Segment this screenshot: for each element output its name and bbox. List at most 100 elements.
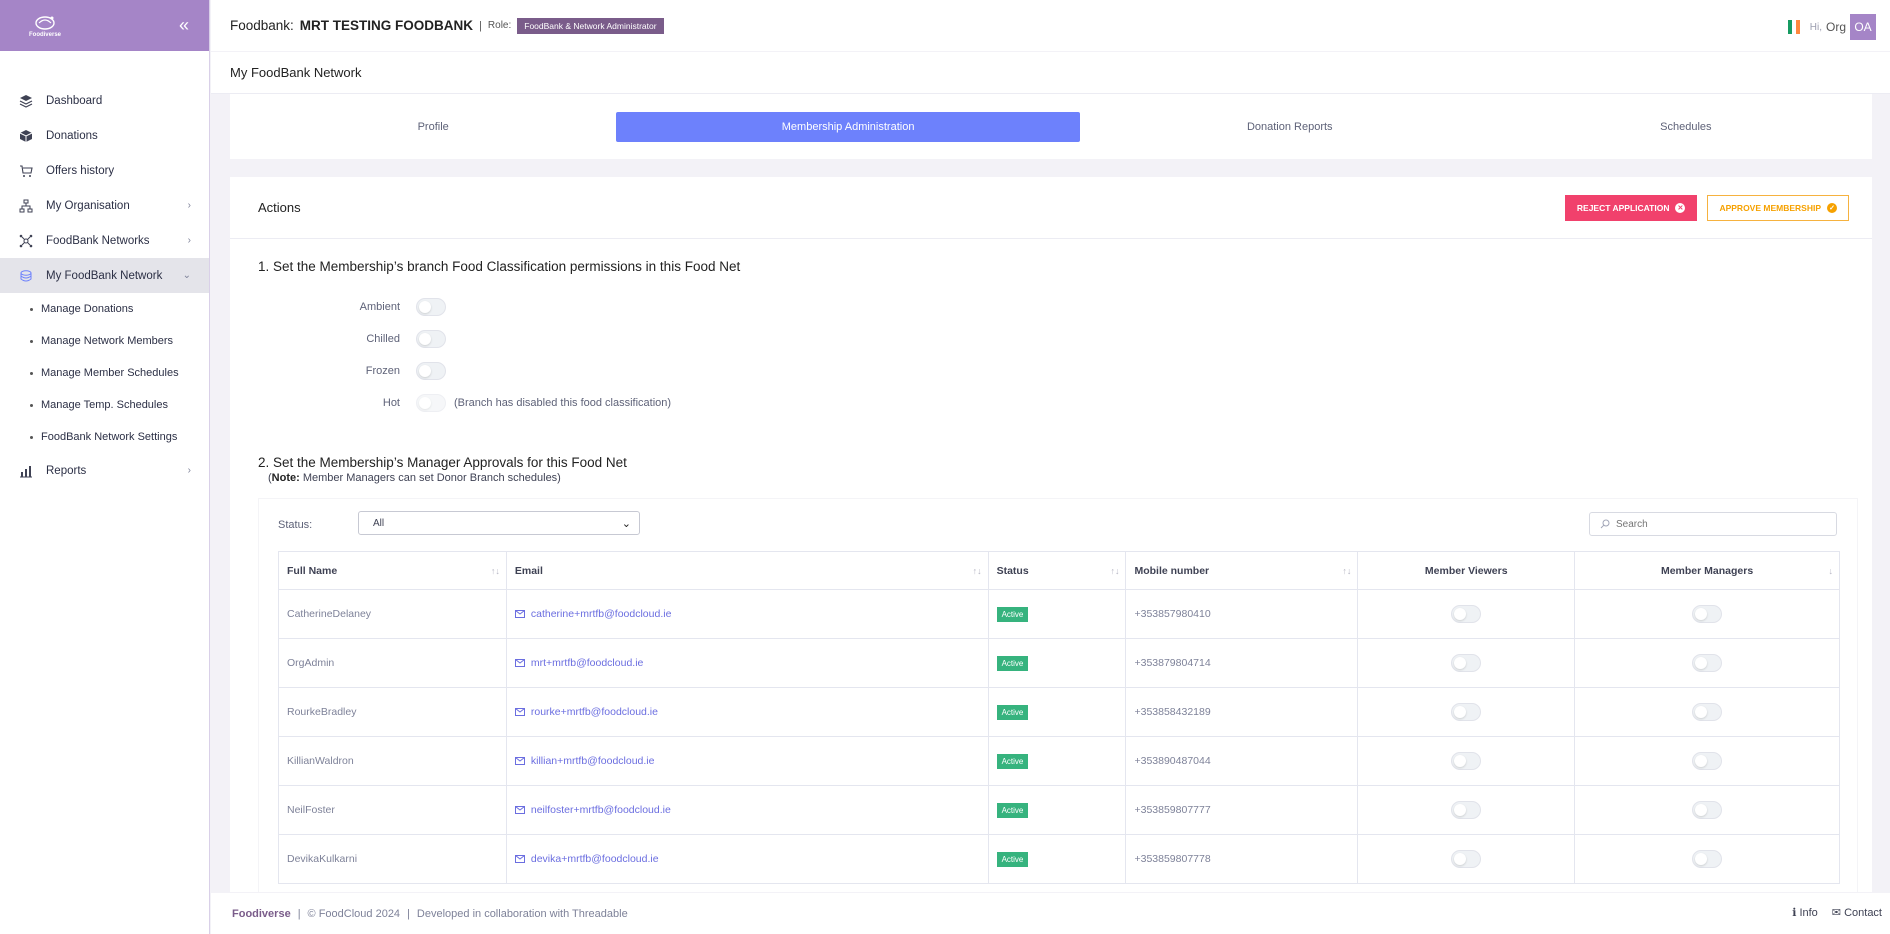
sidebar-item-label: Offers history xyxy=(46,164,115,177)
member-viewer-toggle[interactable] xyxy=(1451,605,1482,623)
double-chevron-left-icon[interactable]: « xyxy=(179,15,189,36)
footer-copyright: © FoodCloud 2024 xyxy=(307,907,401,920)
member-manager-toggle[interactable] xyxy=(1692,703,1723,721)
member-viewer-toggle[interactable] xyxy=(1451,801,1482,819)
chilled-toggle[interactable] xyxy=(416,330,446,348)
foodbank-label: Foodbank: xyxy=(230,18,294,33)
tab-schedules[interactable]: Schedules xyxy=(1500,112,1872,142)
column-mobile-number[interactable]: Mobile number ↑↓ xyxy=(1125,551,1359,590)
table-row: DevikaKulkarni devika+mrtfb@foodcloud.ie… xyxy=(278,834,1840,884)
email-link[interactable]: devika+mrtfb@foodcloud.ie xyxy=(514,853,980,865)
topbar: Foodbank: MRT TESTING FOODBANK | Role: F… xyxy=(211,0,1890,51)
member-viewer-toggle[interactable] xyxy=(1451,703,1482,721)
sort-icon: ↑↓ xyxy=(1342,566,1352,576)
permission-label: Frozen xyxy=(365,365,400,377)
email-link[interactable]: mrt+mrtfb@foodcloud.ie xyxy=(514,657,980,669)
sidebar-item-reports[interactable]: Reports › xyxy=(0,453,209,488)
table-header-row: Full Name ↑↓ Email ↑↓ Status ↑↓ Mobile numb… xyxy=(278,551,1840,590)
page-title: My FoodBank Network xyxy=(211,52,1890,94)
info-link[interactable]: ℹ Info xyxy=(1792,906,1818,919)
sidebar-subitem-manage-temp-schedules[interactable]: Manage Temp. Schedules xyxy=(0,389,209,421)
org-chart-icon xyxy=(18,198,34,214)
tab-donation-reports[interactable]: Donation Reports xyxy=(1080,112,1500,142)
ambient-toggle[interactable] xyxy=(416,298,446,316)
mobile-cell: +353879804714 xyxy=(1125,638,1359,688)
member-manager-toggle[interactable] xyxy=(1692,801,1723,819)
network-icon xyxy=(18,233,34,249)
mail-icon xyxy=(514,659,525,667)
member-viewers-cell xyxy=(1357,834,1576,884)
actions-header: Actions REJECT APPLICATION ✕ APPROVE MEM… xyxy=(230,177,1872,239)
sidebar-subitem-manage-network-members[interactable]: Manage Network Members xyxy=(0,325,209,357)
contact-link[interactable]: ✉ Contact xyxy=(1832,906,1882,919)
ireland-flag-icon[interactable] xyxy=(1787,20,1800,34)
email-cell: rourke+mrtfb@foodcloud.ie xyxy=(505,687,989,737)
tab-bar: Profile Membership Administration Donati… xyxy=(230,94,1872,159)
sidebar-item-my-organisation[interactable]: My Organisation › xyxy=(0,188,209,223)
avatar[interactable]: OA xyxy=(1850,14,1876,40)
member-viewer-toggle[interactable] xyxy=(1451,654,1482,672)
stack-icon xyxy=(18,268,34,284)
sidebar-subitem-manage-donations[interactable]: Manage Donations xyxy=(0,293,209,325)
member-managers-cell xyxy=(1574,638,1840,688)
status-badge: Active xyxy=(996,802,1029,818)
mail-icon: ✉ xyxy=(1831,907,1845,919)
sidebar-subitem-foodbank-network-settings[interactable]: FoodBank Network Settings xyxy=(0,421,209,453)
sort-icon: ↑↓ xyxy=(972,566,982,576)
sidebar-item-dashboard[interactable]: Dashboard xyxy=(0,83,209,118)
tab-profile[interactable]: Profile xyxy=(250,112,616,142)
sidebar-item-donations[interactable]: Donations xyxy=(0,118,209,153)
footer-separator: | xyxy=(297,907,301,920)
member-manager-toggle[interactable] xyxy=(1692,850,1723,868)
email-cell: killian+mrtfb@foodcloud.ie xyxy=(505,736,989,786)
close-circle-icon: ✕ xyxy=(1675,202,1686,213)
sidebar-subitem-label: Manage Temp. Schedules xyxy=(41,399,168,411)
sidebar-item-label: Dashboard xyxy=(46,94,103,107)
sidebar-subitem-label: Manage Donations xyxy=(41,303,134,315)
column-email[interactable]: Email ↑↓ xyxy=(505,551,989,590)
chevron-down-icon: ⌄ xyxy=(621,517,631,530)
status-select[interactable]: All ⌄ xyxy=(358,511,640,535)
email-cell: devika+mrtfb@foodcloud.ie xyxy=(505,834,989,884)
member-viewers-cell xyxy=(1357,785,1576,835)
chevron-right-icon: › xyxy=(187,235,191,246)
column-member-managers[interactable]: Member Managers ↓ xyxy=(1574,551,1840,590)
bar-chart-icon xyxy=(18,463,34,479)
search-input[interactable] xyxy=(1616,518,1816,530)
email-link[interactable]: catherine+mrtfb@foodcloud.ie xyxy=(514,608,980,620)
section-manager-approvals-title: 2. Set the Membership’s Manager Approval… xyxy=(258,455,627,470)
sidebar-subitem-label: Manage Network Members xyxy=(41,335,174,347)
reject-application-button[interactable]: REJECT APPLICATION ✕ xyxy=(1564,194,1698,221)
column-status[interactable]: Status ↑↓ xyxy=(987,551,1127,590)
member-manager-toggle[interactable] xyxy=(1692,654,1723,672)
tab-membership-administration[interactable]: Membership Administration xyxy=(616,111,1080,142)
frozen-toggle[interactable] xyxy=(416,362,446,380)
member-manager-toggle[interactable] xyxy=(1692,752,1723,770)
member-viewer-toggle[interactable] xyxy=(1451,850,1482,868)
full-name-cell: KillianWaldron xyxy=(278,736,507,786)
email-link[interactable]: rourke+mrtfb@foodcloud.ie xyxy=(514,706,980,718)
sidebar-item-offers-history[interactable]: Offers history xyxy=(0,153,209,188)
member-manager-toggle[interactable] xyxy=(1692,605,1723,623)
sidebar-subitem-manage-member-schedules[interactable]: Manage Member Schedules xyxy=(0,357,209,389)
member-viewers-cell xyxy=(1357,687,1576,737)
sidebar-item-label: My FoodBank Network xyxy=(46,269,163,282)
sidebar-item-my-foodbank-network[interactable]: My FoodBank Network ⌄ xyxy=(0,258,209,293)
email-link[interactable]: killian+mrtfb@foodcloud.ie xyxy=(514,755,980,767)
footer-brand[interactable]: Foodiverse xyxy=(232,908,291,920)
sidebar-item-foodbank-networks[interactable]: FoodBank Networks › xyxy=(0,223,209,258)
footer-links: ℹ Info ✉ Contact xyxy=(1792,906,1882,919)
full-name-cell: OrgAdmin xyxy=(278,638,507,688)
status-cell: Active xyxy=(987,638,1127,688)
member-approvals-panel: Status: All ⌄ Full Name↑↓ Email↑↓ Status… xyxy=(258,498,1858,892)
member-viewer-toggle[interactable] xyxy=(1451,752,1482,770)
sidebar-item-label: Donations xyxy=(46,129,98,142)
box-icon xyxy=(18,128,34,144)
column-member-viewers: Member Viewers xyxy=(1357,551,1576,590)
column-full-name[interactable]: Full Name ↑↓ xyxy=(278,551,507,590)
mail-icon xyxy=(514,757,525,765)
logo[interactable]: Foodiverse xyxy=(26,9,64,43)
approve-membership-button[interactable]: APPROVE MEMBERSHIP ✓ xyxy=(1707,194,1849,221)
email-link[interactable]: neilfoster+mrtfb@foodcloud.ie xyxy=(514,804,980,816)
email-cell: mrt+mrtfb@foodcloud.ie xyxy=(505,638,989,688)
